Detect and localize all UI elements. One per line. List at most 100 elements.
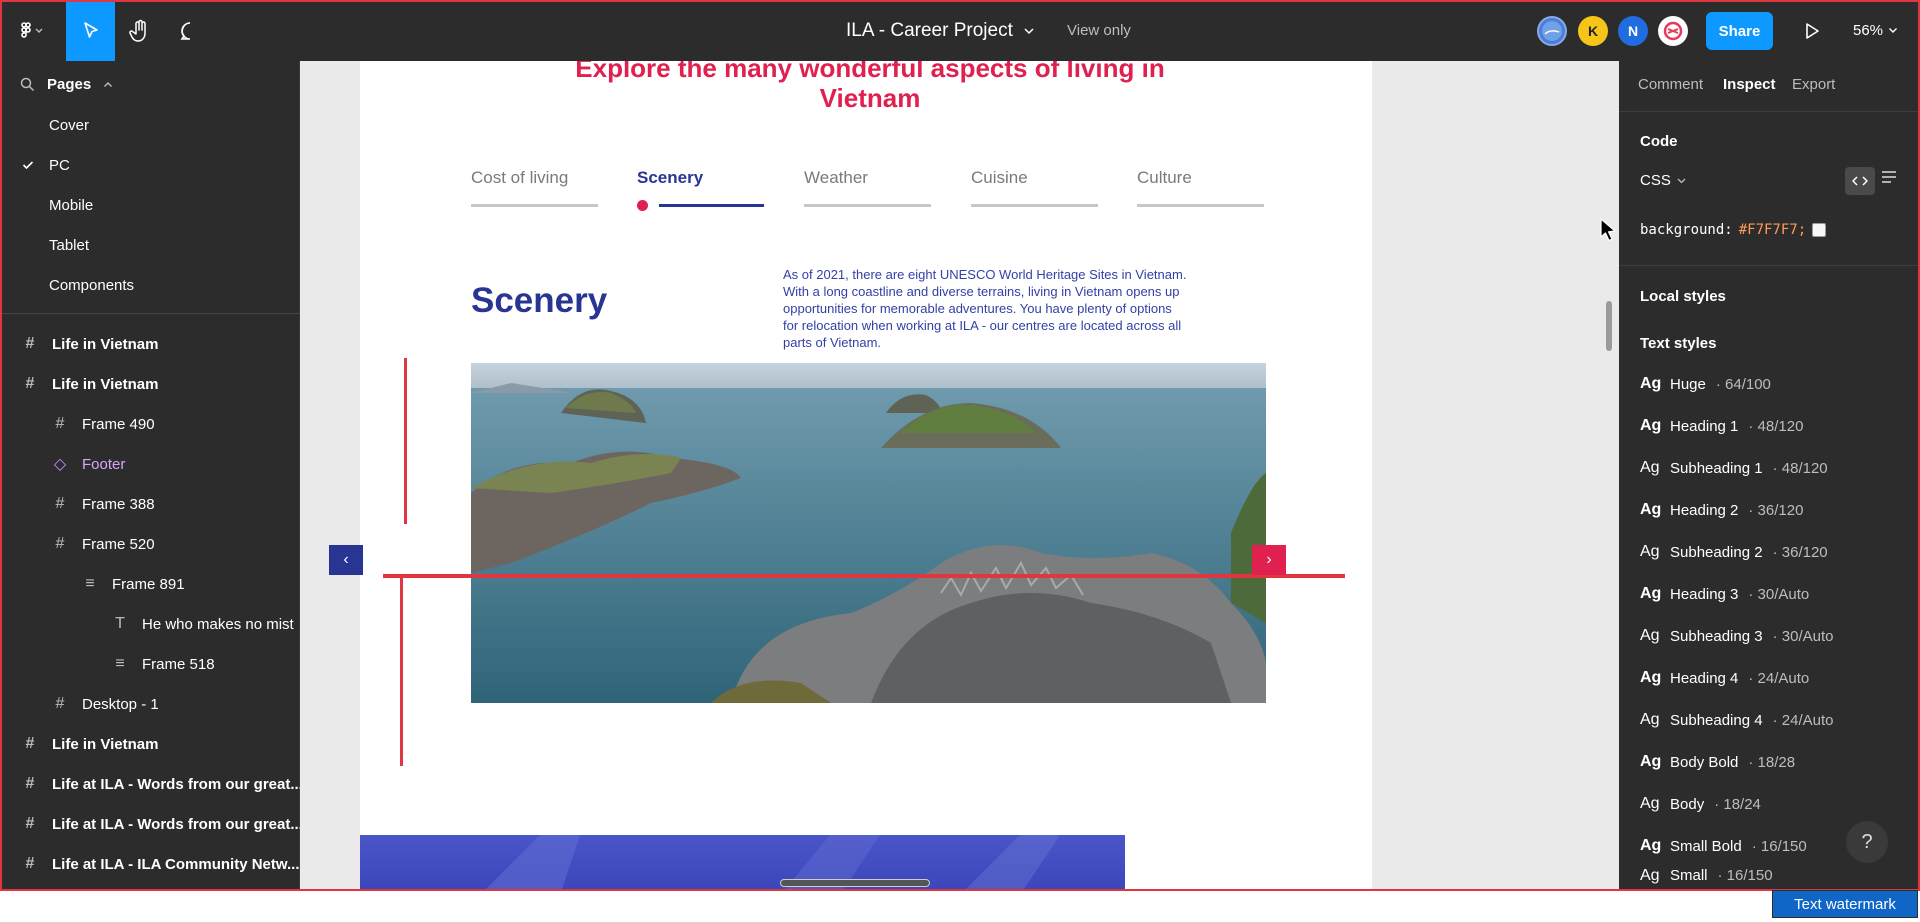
tab-cost-of-living[interactable]: Cost of living — [471, 168, 568, 188]
layer-label: Life at ILA - Words from our great... — [52, 815, 303, 833]
layer-item[interactable]: # Life in Vietnam — [22, 724, 159, 764]
text-style-row[interactable]: Ag Heading 4 · 24/Auto — [1640, 657, 1809, 699]
zoom-level: 56% — [1853, 22, 1884, 39]
text-style-icon: Ag — [1640, 459, 1660, 476]
text-style-row[interactable]: Ag Huge · 64/100 — [1640, 363, 1771, 405]
text-style-meta: · 16/150 — [1717, 867, 1773, 884]
text-style-meta: · 36/120 — [1772, 543, 1828, 561]
help-button[interactable]: ? — [1846, 821, 1888, 863]
layer-item[interactable]: # Frame 490 — [52, 404, 155, 444]
main-menu-button[interactable] — [8, 0, 56, 61]
text-style-icon: Ag — [1640, 837, 1662, 854]
hand-icon — [129, 19, 151, 43]
text-style-name: Heading 2 — [1670, 501, 1739, 519]
present-button[interactable] — [1795, 0, 1829, 61]
text-style-meta: · 48/120 — [1772, 459, 1828, 477]
text-style-meta: · 48/120 — [1748, 417, 1804, 435]
layer-item[interactable]: # Frame 520 — [52, 524, 155, 564]
layer-item[interactable]: ≡ Frame 518 — [112, 644, 214, 684]
search-icon[interactable] — [20, 77, 35, 92]
measure-line — [404, 358, 407, 524]
avatar-logo[interactable] — [1658, 16, 1688, 46]
layer-item[interactable]: ◇ Footer — [52, 444, 126, 484]
avatar-user-photo[interactable] — [1537, 16, 1567, 46]
layer-label: Desktop - 1 — [82, 695, 159, 713]
layer-item[interactable]: T He who makes no mist — [112, 604, 294, 644]
page-item-mobile[interactable]: Mobile — [49, 197, 93, 214]
layers-panel: Pages Cover PC Mobile Tablet Components … — [0, 61, 303, 891]
tab-scenery[interactable]: Scenery — [637, 168, 703, 188]
page-item-cover[interactable]: Cover — [49, 117, 89, 134]
text-style-row[interactable]: Ag Heading 3 · 30/Auto — [1640, 573, 1809, 615]
list-view-toggle[interactable] — [1881, 171, 1897, 183]
next-section-banner — [360, 835, 1125, 891]
chevron-down-icon — [1023, 27, 1035, 35]
layer-label: Life in Vietnam — [52, 735, 159, 753]
layer-label: Life at ILA - ILA Community Netw... — [52, 855, 300, 873]
tab-weather[interactable]: Weather — [804, 168, 868, 188]
horizontal-scrollbar[interactable] — [780, 879, 930, 887]
layer-item[interactable]: # Life at ILA - Words from our great... — [22, 804, 303, 844]
text-style-meta: · 18/24 — [1714, 795, 1761, 813]
layer-item[interactable]: # Frame 388 — [52, 484, 155, 524]
text-style-row[interactable]: Ag Subheading 3 · 30/Auto — [1640, 615, 1833, 657]
layer-item[interactable]: # Life at ILA - Words from our great... — [22, 764, 303, 804]
layer-item[interactable]: # Desktop - 1 — [52, 684, 159, 724]
frame-icon: # — [25, 815, 35, 832]
text-style-row[interactable]: Ag Small Bold · 16/150 — [1640, 825, 1807, 867]
text-style-row[interactable]: Ag Heading 1 · 48/120 — [1640, 405, 1803, 447]
checkmark-icon — [22, 157, 34, 173]
carousel-next-button[interactable]: › — [1252, 545, 1286, 575]
tab-underline — [471, 204, 598, 207]
text-style-row[interactable]: Ag Body Bold · 18/28 — [1640, 741, 1795, 783]
tab-export[interactable]: Export — [1792, 76, 1835, 93]
design-canvas[interactable]: Explore the many wonderful aspects of li… — [300, 61, 1619, 891]
vertical-scrollbar[interactable] — [1606, 301, 1612, 351]
text-style-name: Body Bold — [1670, 753, 1739, 771]
code-view-toggle[interactable] — [1845, 167, 1875, 195]
hand-tool-button[interactable] — [115, 0, 165, 61]
text-style-icon: Ag — [1640, 753, 1662, 770]
text-style-row[interactable]: Ag Body · 18/24 — [1640, 783, 1761, 825]
layer-item[interactable]: # Life in Vietnam — [22, 364, 159, 404]
text-style-row[interactable]: Ag Subheading 2 · 36/120 — [1640, 531, 1828, 573]
text-styles-label: Text styles — [1640, 335, 1717, 352]
pages-header[interactable]: Pages — [20, 76, 113, 93]
text-style-meta: · 18/28 — [1748, 753, 1796, 771]
layer-item[interactable]: # Life at ILA - ILA Community Netw... — [22, 844, 300, 884]
language-dropdown[interactable]: CSS — [1640, 172, 1686, 189]
layer-item[interactable]: ≡ Frame 891 — [82, 564, 184, 604]
layer-item[interactable]: # Life in Vietnam — [22, 324, 159, 364]
zoom-dropdown[interactable]: 56% — [1853, 0, 1898, 61]
file-title: ILA - Career Project — [846, 19, 1013, 41]
text-style-name: Subheading 1 — [1670, 459, 1763, 477]
text-style-row[interactable]: Ag Small · 16/150 — [1640, 867, 1773, 891]
layer-label: Frame 490 — [82, 415, 155, 433]
chevron-up-icon — [103, 81, 113, 88]
frame-icon: # — [25, 735, 35, 752]
move-tool-button[interactable] — [66, 0, 115, 61]
page-heading: Explore the many wonderful aspects of li… — [575, 61, 1165, 113]
text-style-row[interactable]: Ag Subheading 1 · 48/120 — [1640, 447, 1828, 489]
tab-culture[interactable]: Culture — [1137, 168, 1192, 188]
tab-cuisine[interactable]: Cuisine — [971, 168, 1028, 188]
frame-icon: # — [25, 855, 35, 872]
text-style-meta: · 16/150 — [1751, 837, 1807, 855]
frame-icon: # — [25, 335, 35, 352]
page-item-pc[interactable]: PC — [49, 157, 70, 174]
carousel-prev-button[interactable]: ‹ — [329, 545, 363, 575]
page-item-tablet[interactable]: Tablet — [49, 237, 89, 254]
avatar-k[interactable]: K — [1578, 16, 1608, 46]
share-button[interactable]: Share — [1706, 12, 1773, 50]
page-item-components[interactable]: Components — [49, 277, 134, 294]
tab-comment[interactable]: Comment — [1638, 76, 1703, 93]
layer-label: Life in Vietnam — [52, 335, 159, 353]
comment-tool-button[interactable] — [165, 0, 215, 61]
file-title-button[interactable]: ILA - Career Project — [846, 0, 1035, 61]
tab-inspect[interactable]: Inspect — [1723, 76, 1776, 93]
text-style-row[interactable]: Ag Heading 2 · 36/120 — [1640, 489, 1803, 531]
text-style-icon: Ag — [1640, 375, 1662, 392]
avatar-n[interactable]: N — [1618, 16, 1648, 46]
text-style-row[interactable]: Ag Subheading 4 · 24/Auto — [1640, 699, 1833, 741]
text-style-icon: Ag — [1640, 585, 1662, 602]
